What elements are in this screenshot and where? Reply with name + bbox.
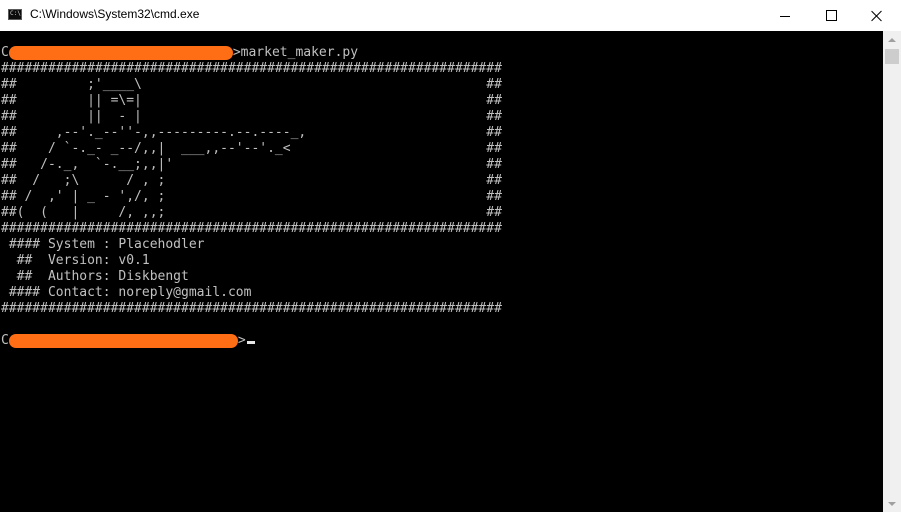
prompt-suffix: > [237, 333, 246, 348]
banner-line: ## / ,' | _ - ',/, ; ## [1, 189, 502, 204]
close-button[interactable] [854, 0, 900, 31]
console-output[interactable]: C >market_maker.py #######################… [0, 31, 883, 512]
cmd-icon[interactable]: C:\ [8, 9, 22, 20]
redacted-path [8, 334, 238, 348]
vertical-scrollbar[interactable] [883, 31, 901, 512]
banner-line: ## /-._, `-.__;,,|' ## [1, 157, 502, 172]
title-bar[interactable]: C:\ C:\Windows\System32\cmd.exe [0, 0, 901, 32]
banner-line: ########################################… [1, 301, 502, 316]
banner-line: ## / ;\ / , ; ## [1, 173, 502, 188]
banner-line: ## || - | ## [1, 109, 502, 124]
chevron-down-icon [888, 501, 896, 506]
text-cursor [246, 341, 255, 344]
banner-line: ##( ( | /, ,,; ## [1, 205, 502, 220]
chevron-up-icon [888, 37, 896, 42]
command-text: >market_maker.py [232, 45, 359, 60]
banner-line: ########################################… [1, 221, 502, 236]
banner-line: ## ;'____\ ## [1, 77, 502, 92]
command-line: C >market_maker.py [1, 45, 502, 61]
minimize-button[interactable] [762, 0, 808, 31]
info-authors: ## Authors: Diskbengt [1, 269, 189, 284]
info-contact: #### Contact: noreply@gmail.com [1, 285, 252, 300]
command-prefix: C [1, 45, 9, 60]
banner-line: ########################################… [1, 61, 502, 76]
close-icon [871, 10, 883, 22]
scroll-down-button[interactable] [883, 495, 901, 512]
banner-line: ## ,--'._--''-,,---------.--.----_, ## [1, 125, 502, 140]
maximize-button[interactable] [808, 0, 854, 31]
prompt-line[interactable]: C > [1, 333, 502, 349]
info-version: ## Version: v0.1 [1, 253, 150, 268]
prompt-prefix: C [1, 333, 9, 348]
window-title: C:\Windows\System32\cmd.exe [30, 7, 200, 21]
banner-line: ## || =\=| ## [1, 93, 502, 108]
redacted-path [8, 46, 233, 60]
minimize-icon [780, 16, 790, 17]
maximize-icon [825, 10, 837, 21]
info-system: #### System : Placehodler [1, 237, 205, 252]
cmd-icon-glyph: C:\ [10, 10, 21, 17]
banner-line: ## / `-._- _--/,,| ___,,--'--'._< ## [1, 141, 502, 156]
scroll-up-button[interactable] [883, 31, 901, 48]
scroll-thumb[interactable] [885, 49, 899, 64]
